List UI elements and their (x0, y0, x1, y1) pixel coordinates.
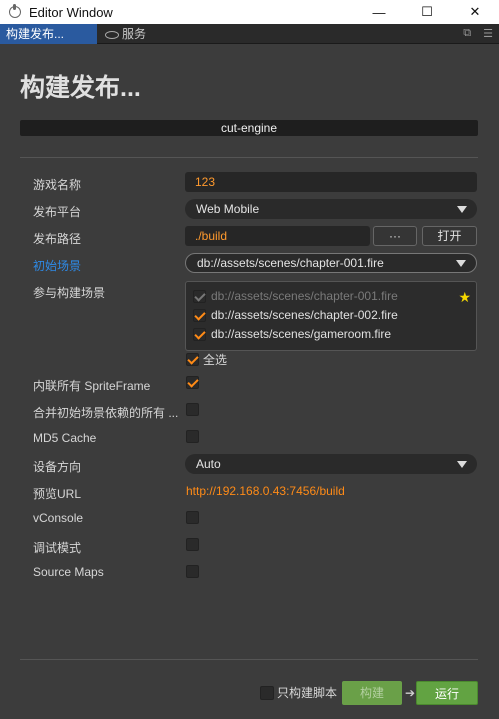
orientation-select[interactable]: Auto (185, 454, 477, 474)
scene-item[interactable]: db://assets/scenes/chapter-002.fire (193, 308, 398, 322)
platform-label: 发布平台 (33, 205, 82, 219)
tab-build[interactable]: 构建发布... (0, 24, 97, 44)
vconsole-checkbox[interactable] (186, 511, 199, 524)
tab-service[interactable]: 服务 (105, 24, 146, 44)
browse-button[interactable]: ··· (373, 226, 417, 246)
page-title: 构建发布... (20, 74, 141, 102)
scene-item[interactable]: db://assets/scenes/gameroom.fire (193, 327, 391, 341)
open-button[interactable]: 打开 (422, 226, 477, 246)
arrow-right-icon: ➔ (405, 686, 416, 700)
build-button[interactable]: 构建 (342, 681, 402, 705)
platform-select[interactable]: Web Mobile (185, 199, 477, 219)
project-name-bar: cut-engine (20, 120, 478, 136)
path-label: 发布路径 (33, 232, 82, 246)
sourcemaps-label: Source Maps (33, 565, 104, 579)
title-bar: Editor Window — ☐ ✕ (0, 0, 499, 24)
tab-service-label: 服务 (122, 27, 147, 41)
scene-path: db://assets/scenes/chapter-002.fire (211, 308, 398, 322)
game-name-input[interactable]: 123 (185, 172, 477, 192)
scene-item[interactable]: db://assets/scenes/chapter-001.fire (193, 289, 398, 303)
preview-url-label: 预览URL (33, 487, 82, 501)
chevron-down-icon (457, 461, 467, 468)
app-icon (9, 4, 21, 18)
popout-icon[interactable]: ⧉ (463, 27, 471, 40)
star-icon: ★ (458, 289, 471, 305)
chevron-down-icon (457, 206, 467, 213)
sourcemaps-checkbox[interactable] (186, 565, 199, 578)
path-input[interactable]: ./build (185, 226, 370, 246)
run-button[interactable]: 运行 (416, 681, 478, 705)
game-name-label: 游戏名称 (33, 178, 82, 192)
script-only-checkbox[interactable] (260, 685, 274, 700)
close-button[interactable]: ✕ (451, 0, 499, 24)
merge-deps-checkbox[interactable] (186, 403, 199, 416)
chevron-down-icon (456, 260, 466, 267)
platform-value: Web Mobile (196, 202, 260, 216)
panel-controls: ⧉ ☰ (463, 27, 493, 40)
tab-bar: 构建发布... 服务 ⧉ ☰ (0, 24, 499, 44)
orientation-value: Auto (196, 457, 221, 471)
script-only-label: 只构建脚本 (277, 686, 338, 700)
script-only-option[interactable]: 只构建脚本 (260, 684, 337, 701)
scene-checkbox[interactable] (193, 289, 206, 303)
service-icon (105, 31, 119, 39)
scene-checkbox[interactable] (193, 327, 206, 341)
window-title: Editor Window (29, 4, 113, 20)
maximize-button[interactable]: ☐ (403, 0, 451, 24)
md5-label: MD5 Cache (33, 431, 97, 445)
scene-list: db://assets/scenes/chapter-001.fire ★ db… (185, 281, 477, 351)
minimize-button[interactable]: — (355, 0, 403, 24)
scene-path: db://assets/scenes/gameroom.fire (211, 327, 392, 341)
start-scene-label: 初始场景 (33, 259, 82, 273)
md5-checkbox[interactable] (186, 430, 199, 443)
scene-checkbox[interactable] (193, 308, 206, 322)
merge-deps-label: 合并初始场景依赖的所有 ... (33, 406, 179, 420)
scene-path: db://assets/scenes/chapter-001.fire (211, 289, 398, 303)
inline-spriteframe-checkbox[interactable] (186, 376, 199, 389)
select-all-checkbox[interactable] (186, 353, 199, 366)
preview-url-link[interactable]: http://192.168.0.43:7456/build (186, 484, 345, 498)
debug-label: 调试模式 (33, 541, 82, 555)
start-scene-select[interactable]: db://assets/scenes/chapter-001.fire (185, 253, 477, 273)
top-divider (20, 157, 478, 158)
vconsole-label: vConsole (33, 511, 84, 525)
select-all[interactable]: 全选 (186, 351, 227, 368)
orientation-label: 设备方向 (33, 460, 82, 474)
debug-checkbox[interactable] (186, 538, 199, 551)
start-scene-value: db://assets/scenes/chapter-001.fire (197, 256, 384, 270)
menu-icon[interactable]: ☰ (483, 27, 493, 40)
scenes-label: 参与构建场景 (33, 286, 106, 300)
window-controls: — ☐ ✕ (355, 0, 499, 24)
inline-spriteframe-label: 内联所有 SpriteFrame (33, 379, 151, 393)
bottom-divider (20, 659, 478, 660)
select-all-label: 全选 (203, 353, 228, 367)
